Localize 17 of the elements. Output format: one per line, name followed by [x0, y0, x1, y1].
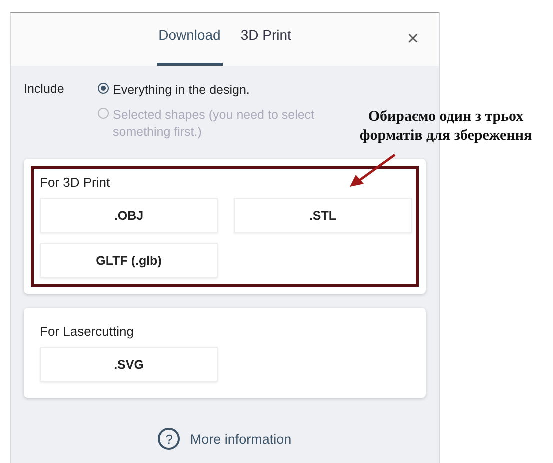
- radio-button[interactable]: [98, 83, 109, 94]
- section-title: For 3D Print: [40, 175, 110, 190]
- help-icon[interactable]: ?: [158, 428, 180, 450]
- format-button[interactable]: .STL: [234, 198, 412, 233]
- format-button[interactable]: GLTF (.glb): [40, 243, 218, 278]
- tab[interactable]: Download: [156, 13, 223, 66]
- format-button[interactable]: .SVG: [40, 347, 218, 382]
- close-button[interactable]: ×: [405, 29, 421, 49]
- annotation-text: Обираємо один з трьох форматів для збереження: [358, 108, 534, 146]
- format-button[interactable]: .OBJ: [40, 198, 218, 233]
- more-information-link[interactable]: More information: [190, 432, 292, 446]
- annotation-arrow: [350, 154, 396, 187]
- option-label: Selected shapes (you need to select something first.): [113, 107, 316, 141]
- section-title: For Lasercutting: [40, 324, 134, 339]
- option-label: Everything in the design.: [113, 82, 250, 99]
- tab[interactable]: 3D Print: [238, 13, 294, 66]
- include-label: Include: [24, 82, 66, 98]
